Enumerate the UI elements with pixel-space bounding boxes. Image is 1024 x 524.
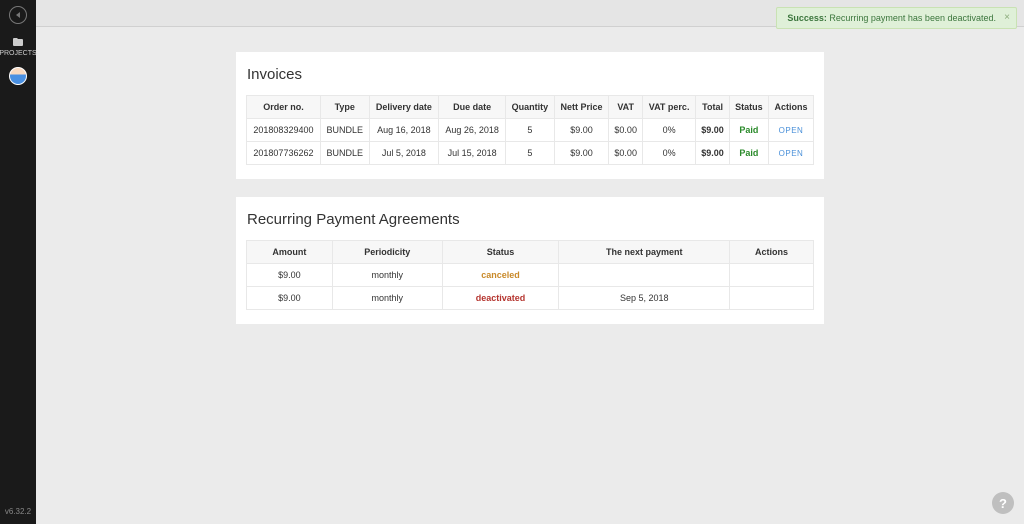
table-row: $9.00monthly canceled <box>247 264 814 287</box>
version-label: v6.32.2 <box>0 507 36 516</box>
col-next-payment: The next payment <box>559 241 730 264</box>
status-badge: deactivated <box>476 293 526 303</box>
col-total: Total <box>696 96 730 119</box>
cell-order-no: 201807736262 <box>247 142 321 165</box>
cell-status: Paid <box>729 119 768 142</box>
close-icon[interactable]: × <box>1004 12 1010 23</box>
col-status: Status <box>442 241 559 264</box>
col-vat-perc: VAT perc. <box>643 96 696 119</box>
table-header-row: Amount Periodicity Status The next payme… <box>247 241 814 264</box>
cell-next-payment: Sep 5, 2018 <box>559 287 730 310</box>
col-delivery-date: Delivery date <box>369 96 439 119</box>
cell-order-no: 201808329400 <box>247 119 321 142</box>
cell-due-date: Aug 26, 2018 <box>439 119 506 142</box>
sidebar-item-projects[interactable]: PROJECTS <box>0 36 37 57</box>
cell-quantity: 5 <box>506 119 555 142</box>
cell-vat: $0.00 <box>609 142 643 165</box>
col-actions: Actions <box>768 96 813 119</box>
cell-vat-perc: 0% <box>643 142 696 165</box>
invoices-title: Invoices <box>247 66 814 83</box>
col-status: Status <box>729 96 768 119</box>
status-badge: Paid <box>739 125 758 135</box>
cell-type: BUNDLE <box>320 142 369 165</box>
sidebar: PROJECTS v6.32.2 <box>0 0 36 524</box>
help-button[interactable]: ? <box>992 492 1014 514</box>
cell-amount: $9.00 <box>247 287 333 310</box>
cell-actions <box>730 287 814 310</box>
table-row: 201808329400BUNDLEAug 16, 2018Aug 26, 20… <box>247 119 814 142</box>
cell-status: deactivated <box>442 287 559 310</box>
cell-quantity: 5 <box>506 142 555 165</box>
col-vat: VAT <box>609 96 643 119</box>
cell-vat-perc: 0% <box>643 119 696 142</box>
col-amount: Amount <box>247 241 333 264</box>
cell-next-payment <box>559 264 730 287</box>
cell-nett-price: $9.00 <box>554 142 609 165</box>
cell-actions: OPEN <box>768 119 813 142</box>
cell-nett-price: $9.00 <box>554 119 609 142</box>
main-content: Invoices Order no. Type Delivery date Du… <box>36 0 1024 362</box>
col-type: Type <box>320 96 369 119</box>
avatar[interactable] <box>9 67 27 85</box>
table-row: 201807736262BUNDLEJul 5, 2018Jul 15, 201… <box>247 142 814 165</box>
cell-delivery-date: Jul 5, 2018 <box>369 142 439 165</box>
col-nett-price: Nett Price <box>554 96 609 119</box>
cell-periodicity: monthly <box>332 287 442 310</box>
recurring-title: Recurring Payment Agreements <box>247 211 814 228</box>
cell-total: $9.00 <box>696 142 730 165</box>
table-header-row: Order no. Type Delivery date Due date Qu… <box>247 96 814 119</box>
success-alert: Success: Recurring payment has been deac… <box>776 7 1017 29</box>
status-badge: Paid <box>739 148 758 158</box>
cell-amount: $9.00 <box>247 264 333 287</box>
table-row: $9.00monthly deactivated Sep 5, 2018 <box>247 287 814 310</box>
recurring-table: Amount Periodicity Status The next payme… <box>246 240 814 310</box>
alert-message: Recurring payment has been deactivated. <box>829 13 996 23</box>
cell-status: canceled <box>442 264 559 287</box>
cell-delivery-date: Aug 16, 2018 <box>369 119 439 142</box>
col-due-date: Due date <box>439 96 506 119</box>
logo-icon[interactable] <box>9 6 27 24</box>
alert-label: Success: <box>787 13 827 23</box>
cell-status: Paid <box>729 142 768 165</box>
col-quantity: Quantity <box>506 96 555 119</box>
cell-actions <box>730 264 814 287</box>
col-periodicity: Periodicity <box>332 241 442 264</box>
col-actions: Actions <box>730 241 814 264</box>
col-order-no: Order no. <box>247 96 321 119</box>
cell-type: BUNDLE <box>320 119 369 142</box>
cell-total: $9.00 <box>696 119 730 142</box>
open-link[interactable]: OPEN <box>779 126 804 135</box>
help-icon: ? <box>999 496 1007 511</box>
folder-icon <box>11 36 25 48</box>
cell-vat: $0.00 <box>609 119 643 142</box>
status-badge: canceled <box>481 270 520 280</box>
recurring-card: Recurring Payment Agreements Amount Peri… <box>236 197 824 324</box>
cell-actions: OPEN <box>768 142 813 165</box>
cell-periodicity: monthly <box>332 264 442 287</box>
sidebar-item-label: PROJECTS <box>0 50 37 57</box>
cell-due-date: Jul 15, 2018 <box>439 142 506 165</box>
open-link[interactable]: OPEN <box>779 149 804 158</box>
invoices-card: Invoices Order no. Type Delivery date Du… <box>236 52 824 179</box>
invoices-table: Order no. Type Delivery date Due date Qu… <box>246 95 814 165</box>
